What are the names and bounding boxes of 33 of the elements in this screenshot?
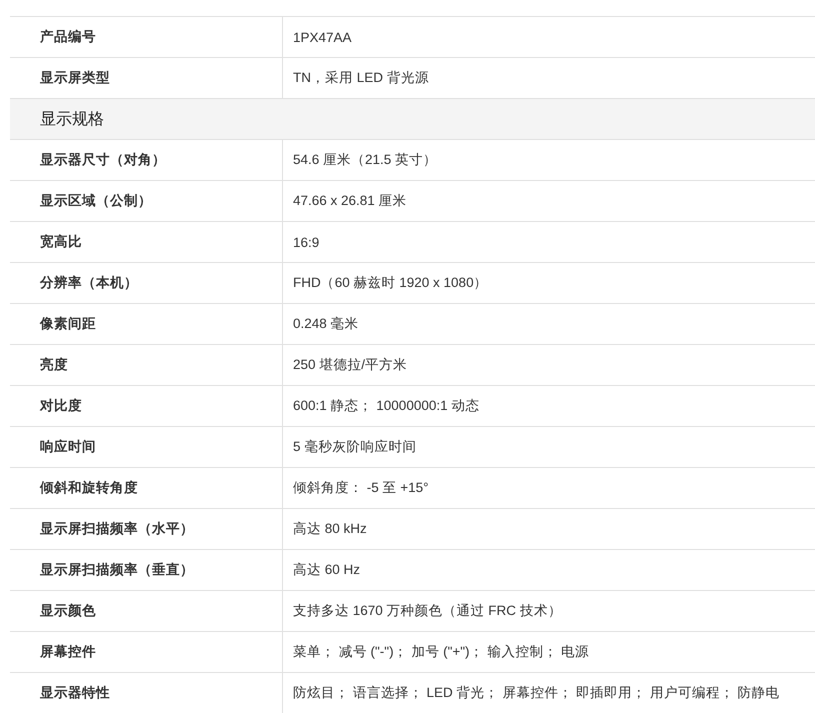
- spec-value: 54.6 厘米（21.5 英寸）: [292, 151, 438, 169]
- spec-label: 显示屏扫描频率（水平）: [10, 509, 283, 549]
- spec-label: 屏幕控件: [10, 632, 283, 672]
- spec-value: 47.66 x 26.81 厘米: [292, 192, 408, 210]
- section-title: 显示规格: [39, 110, 104, 130]
- spec-label: 显示器尺寸（对角）: [10, 140, 283, 180]
- spec-value: 倾斜角度： -5 至 +15°: [292, 479, 430, 497]
- spec-label: 亮度: [10, 345, 283, 385]
- spec-label: 响应时间: [10, 427, 283, 467]
- spec-label: 产品编号: [10, 17, 283, 57]
- spec-value: 5 毫秒灰阶响应时间: [292, 438, 418, 456]
- spec-label: 显示区域（公制）: [10, 181, 283, 221]
- spec-label: 对比度: [10, 386, 283, 426]
- spec-label: 宽高比: [10, 222, 283, 262]
- spec-label: 显示屏类型: [10, 58, 283, 98]
- spec-value: 600:1 静态； 10000000:1 动态: [292, 397, 480, 415]
- spec-value: 1PX47AA: [292, 28, 353, 46]
- spec-value: 支持多达 1670 万种颜色（通过 FRC 技术）: [292, 602, 563, 620]
- spec-value: 0.248 毫米: [292, 315, 360, 333]
- spec-value: 高达 60 Hz: [292, 561, 362, 579]
- spec-label: 显示颜色: [10, 591, 283, 631]
- spec-value: TN，采用 LED 背光源: [292, 69, 430, 87]
- spec-value: 菜单； 减号 ("-")； 加号 ("+")； 输入控制； 电源: [292, 643, 590, 661]
- spec-value: 16:9: [292, 234, 320, 252]
- spec-value: 250 堪德拉/平方米: [292, 356, 408, 374]
- spec-label: 显示屏扫描频率（垂直）: [10, 550, 283, 590]
- spec-value: 高达 80 kHz: [292, 520, 368, 538]
- spec-label: 分辨率（本机）: [10, 263, 283, 303]
- spec-label: 倾斜和旋转角度: [10, 468, 283, 508]
- spec-value: FHD（60 赫兹时 1920 x 1080）: [292, 274, 489, 292]
- spec-label: 显示器特性: [10, 673, 283, 713]
- spec-label: 像素间距: [10, 304, 283, 344]
- spec-value: 防炫目； 语言选择； LED 背光； 屏幕控件； 即插即用； 用户可编程； 防静电: [292, 684, 781, 702]
